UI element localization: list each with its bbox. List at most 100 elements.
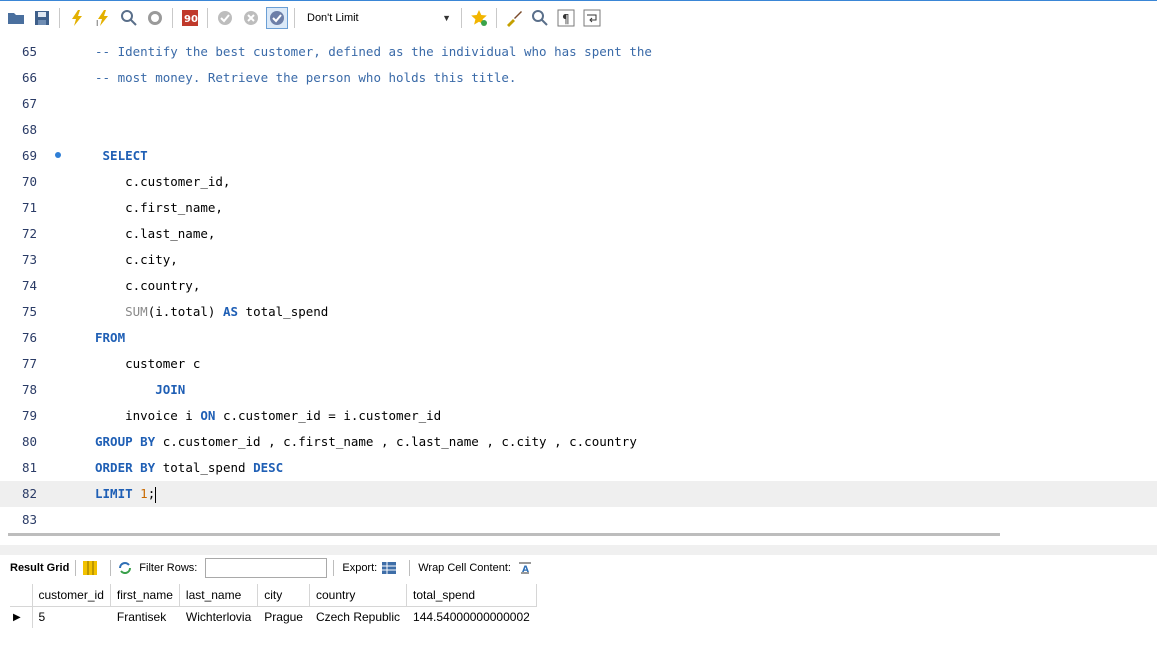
code-token: invoice i <box>95 408 201 423</box>
commit-icon[interactable] <box>214 7 236 29</box>
line-number: 70 <box>22 174 38 189</box>
line-number: 76 <box>22 330 38 345</box>
code-text: JOIN <box>95 377 185 403</box>
toolbar-separator <box>496 7 497 28</box>
limit-rows-value: Don't Limit <box>307 11 359 24</box>
row-header-corner <box>10 584 33 607</box>
wrap-icon[interactable] <box>581 7 603 29</box>
toolbar-separator <box>59 7 60 28</box>
bookmark-icon[interactable] <box>468 7 490 29</box>
save-icon[interactable] <box>31 7 53 29</box>
code-text: LIMIT 1; <box>95 481 157 507</box>
code-line[interactable]: 83 <box>0 507 1157 524</box>
code-line[interactable]: 76 FROM <box>0 325 1157 351</box>
code-token: ORDER BY <box>95 460 156 475</box>
result-grid-tab[interactable]: Result Grid <box>10 562 69 574</box>
line-number: 80 <box>22 434 38 449</box>
code-text: invoice i ON c.customer_id = i.customer_… <box>95 403 441 429</box>
toggle-error-icon[interactable]: 90 <box>179 7 201 29</box>
grid-layout-icon[interactable] <box>82 560 98 576</box>
code-text: c.city, <box>95 247 178 273</box>
table-cell[interactable]: 144.54000000000002 <box>406 606 537 628</box>
code-text: customer c <box>95 351 200 377</box>
line-number: 74 <box>22 278 38 293</box>
wrap-cell-icon[interactable]: A <box>517 560 533 576</box>
explain-icon[interactable] <box>118 7 140 29</box>
limit-rows-select[interactable]: Don't Limit ▼ <box>303 7 457 29</box>
table-cell[interactable]: Czech Republic <box>309 606 408 628</box>
code-token: 1 <box>140 486 148 501</box>
code-text: SELECT <box>95 143 148 169</box>
code-token: SELECT <box>95 148 148 163</box>
toolbar-separator <box>294 7 295 28</box>
code-line[interactable]: 75 SUM(i.total) AS total_spend <box>0 299 1157 325</box>
open-folder-icon[interactable] <box>5 7 27 29</box>
code-line[interactable]: 74 c.country, <box>0 273 1157 299</box>
column-header-first-name[interactable]: first_name <box>110 584 180 607</box>
code-line[interactable]: 78 JOIN <box>0 377 1157 403</box>
code-token: -- most money. Retrieve the person who h… <box>95 70 517 85</box>
code-line[interactable]: 71 c.first_name, <box>0 195 1157 221</box>
line-number: 81 <box>22 460 38 475</box>
code-text: -- Identify the best customer, defined a… <box>95 39 652 65</box>
svg-text:90: 90 <box>184 14 198 25</box>
line-number: 78 <box>22 382 38 397</box>
execute-current-icon[interactable]: I <box>92 7 114 29</box>
toolbar-separator <box>207 7 208 28</box>
code-line[interactable]: 77 customer c <box>0 351 1157 377</box>
column-header-city[interactable]: city <box>257 584 310 607</box>
code-line[interactable]: 81 ORDER BY total_spend DESC <box>0 455 1157 481</box>
sql-code-editor[interactable]: 65 -- Identify the best customer, defined… <box>0 34 1157 524</box>
code-text: GROUP BY c.customer_id , c.first_name , … <box>95 429 637 455</box>
code-token: customer c <box>95 356 201 371</box>
autocommit-icon[interactable] <box>266 6 288 29</box>
code-token: c.customer_id, <box>95 174 231 189</box>
text-cursor <box>155 486 157 503</box>
line-number: 73 <box>22 252 38 267</box>
wrap-cell-content-label: Wrap Cell Content: <box>418 562 511 574</box>
table-cell[interactable]: Prague <box>257 606 310 628</box>
brush-icon[interactable] <box>503 7 525 29</box>
code-line[interactable]: 66 -- most money. Retrieve the person who… <box>0 65 1157 91</box>
execute-icon[interactable] <box>66 7 88 29</box>
pane-splitter[interactable] <box>0 545 1157 555</box>
code-token: ; <box>147 486 156 501</box>
code-text: c.first_name, <box>95 195 223 221</box>
horizontal-scrollbar[interactable] <box>8 533 1000 536</box>
code-line[interactable]: 79 invoice i ON c.customer_id = i.custom… <box>0 403 1157 429</box>
table-row[interactable]: ▶ 5 Frantisek Wichterlovia Prague Czech Repub… <box>10 606 537 628</box>
column-header-country[interactable]: country <box>309 584 408 607</box>
code-line[interactable]: 68 <box>0 117 1157 143</box>
code-token: ON <box>200 408 216 423</box>
stop-icon[interactable] <box>144 7 166 29</box>
refresh-icon[interactable] <box>117 560 133 576</box>
code-line[interactable]: 80 GROUP BY c.customer_id , c.first_name … <box>0 429 1157 455</box>
code-text: FROM <box>95 325 125 351</box>
column-header-customer-id[interactable]: customer_id <box>32 584 111 607</box>
code-line[interactable]: 70 c.customer_id, <box>0 169 1157 195</box>
line-number: 66 <box>22 70 38 85</box>
column-header-total-spend[interactable]: total_spend <box>406 584 537 607</box>
code-line[interactable]: 65 -- Identify the best customer, defined… <box>0 39 1157 65</box>
code-line[interactable]: 82 LIMIT 1; <box>0 481 1157 507</box>
table-cell[interactable]: 5 <box>32 606 111 628</box>
rollback-icon[interactable] <box>240 7 262 29</box>
table-cell[interactable]: Frantisek <box>110 606 180 628</box>
svg-text:¶: ¶ <box>562 12 570 26</box>
find-icon[interactable] <box>529 7 551 29</box>
code-token: (i.total) <box>147 304 223 319</box>
table-cell[interactable]: Wichterlovia <box>179 606 259 628</box>
filter-rows-input[interactable] <box>205 558 328 578</box>
code-line[interactable]: 73 c.city, <box>0 247 1157 273</box>
row-indicator-icon: ▶ <box>10 606 33 628</box>
code-line[interactable]: 72 c.last_name, <box>0 221 1157 247</box>
column-header-last-name[interactable]: last_name <box>179 584 259 607</box>
invisibles-icon[interactable]: ¶ <box>555 7 577 29</box>
code-text: -- most money. Retrieve the person who h… <box>95 65 516 91</box>
code-line[interactable]: 69 SELECT <box>0 143 1157 169</box>
sql-editor-toolbar: I 90 Don't Limit ▼ ¶ <box>0 0 1157 34</box>
line-number: 83 <box>22 512 38 524</box>
code-token: c.customer_id , c.first_name , c.last_na… <box>155 434 637 449</box>
code-line[interactable]: 67 <box>0 91 1157 117</box>
export-icon[interactable] <box>381 560 397 576</box>
